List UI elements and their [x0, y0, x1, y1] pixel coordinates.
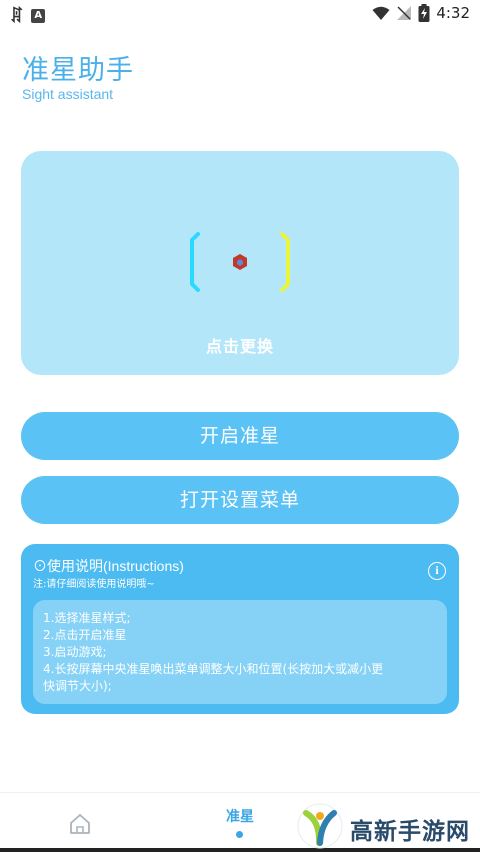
crosshair-icon: [190, 232, 290, 292]
app-subtitle: Sight assistant: [22, 86, 114, 102]
status-bar-left: ꁲ A: [10, 5, 46, 27]
tab-crosshair[interactable]: 准星: [218, 806, 262, 826]
open-settings-menu-button[interactable]: 打开设置菜单: [21, 476, 459, 524]
instructions-note: 注:请仔细阅读使用说明哦~: [33, 579, 155, 590]
watermark-logo: [297, 803, 343, 849]
instruction-line: 4.长按屏幕中央准星唤出菜单调整大小和位置(长按加大或减小更: [43, 662, 384, 676]
instruction-line: 2.点击开启准星: [43, 628, 127, 642]
status-bar: ꁲ A 4:32: [0, 0, 480, 28]
app-title: 准星助手: [22, 55, 134, 86]
bug-icon: ꁲ: [10, 7, 24, 27]
status-time: 4:32: [436, 4, 470, 22]
battery-charging-icon: [418, 4, 430, 22]
status-bar-right: 4:32: [372, 4, 470, 22]
instruction-line: 3.启动游戏;: [43, 645, 107, 659]
instruction-line: 快调节大小);: [43, 679, 112, 693]
instruction-line: 1.选择准星样式;: [43, 611, 131, 625]
a-notification-icon: A: [31, 9, 46, 23]
start-crosshair-button[interactable]: 开启准星: [21, 412, 459, 460]
wifi-icon: [372, 6, 390, 20]
change-crosshair-label: 点击更换: [205, 337, 274, 356]
watermark-text: 高新手游网: [350, 819, 470, 845]
info-icon[interactable]: i: [428, 562, 446, 580]
signal-off-icon: [397, 6, 412, 20]
home-icon[interactable]: [66, 812, 94, 836]
system-nav-bar: [0, 848, 480, 852]
instructions-body: 1.选择准星样式; 2.点击开启准星 3.启动游戏; 4.长按屏幕中央准星唤出菜…: [33, 600, 447, 704]
instructions-title: ⊙使用说明(Instructions): [33, 558, 184, 574]
active-tab-indicator: [236, 831, 243, 838]
